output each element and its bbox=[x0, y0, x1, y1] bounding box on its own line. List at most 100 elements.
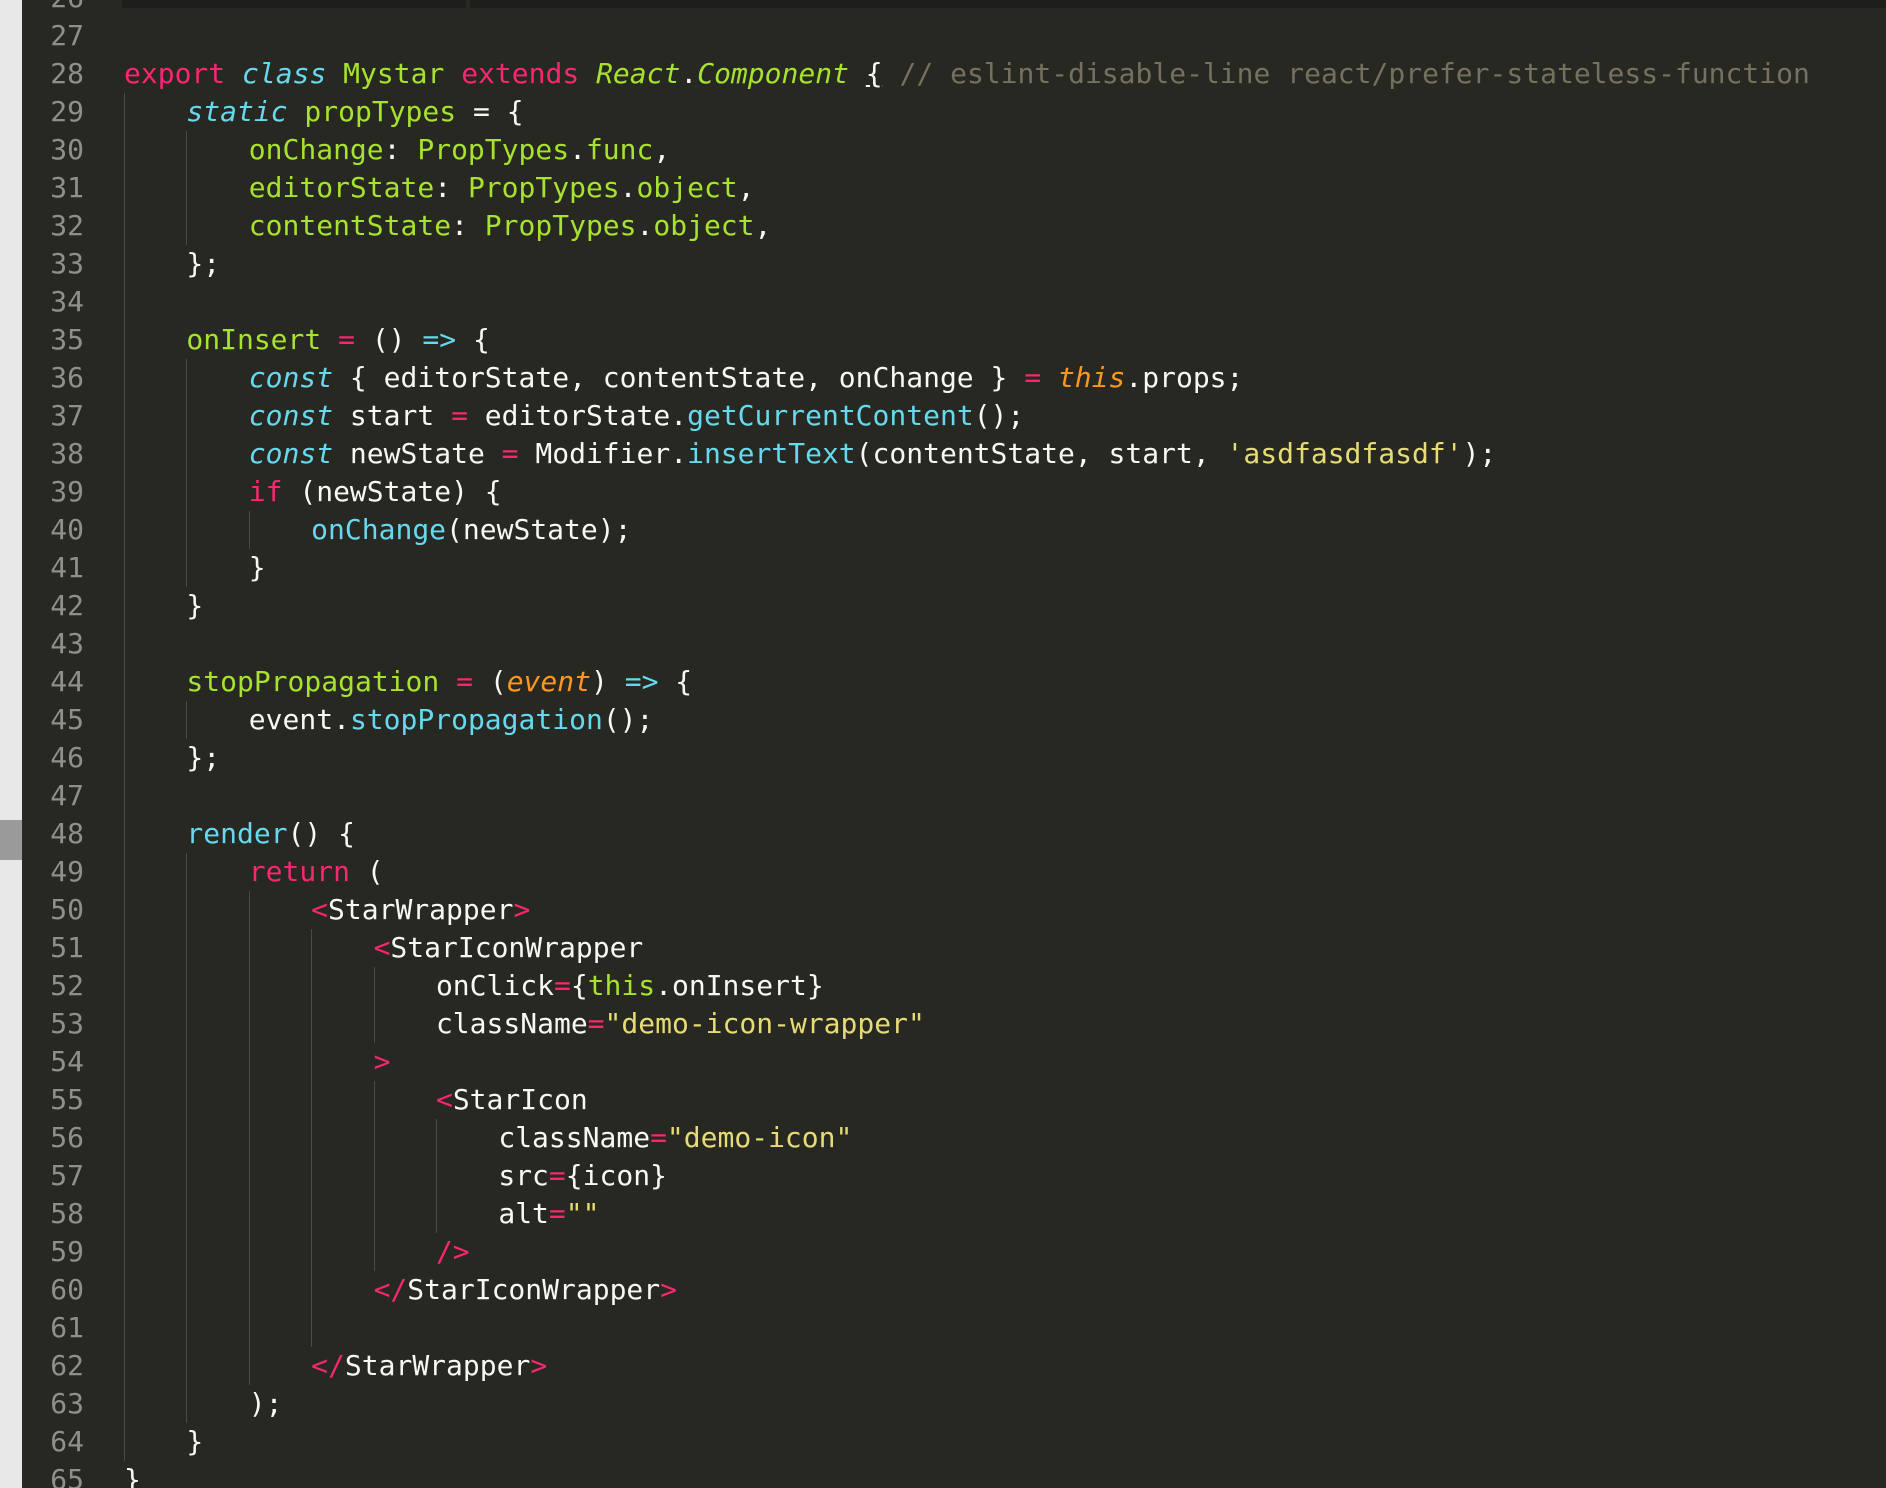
code-token: const bbox=[248, 437, 334, 470]
code-line[interactable]: 43 bbox=[22, 625, 1886, 663]
indent-guide bbox=[124, 283, 186, 321]
line-number: 26 bbox=[22, 0, 84, 17]
code-line[interactable]: 50 <StarWrapper> bbox=[22, 891, 1886, 929]
code-line[interactable]: 42} bbox=[22, 587, 1886, 625]
code-token: PropTypes bbox=[484, 209, 637, 242]
line-code: const start = editorState.getCurrentCont… bbox=[124, 397, 1024, 435]
indent-guide bbox=[248, 1157, 311, 1195]
code-line[interactable]: 45 event.stopPropagation(); bbox=[22, 701, 1886, 739]
indent-guide bbox=[186, 1347, 248, 1385]
indent-guide bbox=[373, 1233, 436, 1271]
line-code: /> bbox=[124, 1233, 470, 1271]
indent-guide bbox=[124, 1233, 186, 1271]
code-line[interactable]: 48 render() { bbox=[22, 815, 1886, 853]
code-line[interactable]: 33}; bbox=[22, 245, 1886, 283]
indent-guide bbox=[186, 549, 248, 587]
code-line[interactable]: 35 onInsert = () => { bbox=[22, 321, 1886, 359]
code-line[interactable]: 32 contentState: PropTypes.object, bbox=[22, 207, 1886, 245]
code-token: > bbox=[373, 1045, 391, 1078]
indent-guide bbox=[186, 1081, 248, 1119]
indent-guide bbox=[124, 1347, 186, 1385]
code-line[interactable]: 62 </StarWrapper> bbox=[22, 1347, 1886, 1385]
code-line[interactable]: 40 onChange(newState); bbox=[22, 511, 1886, 549]
line-code: editorState: PropTypes.object, bbox=[124, 169, 755, 207]
code-line[interactable]: 58 alt="" bbox=[22, 1195, 1886, 1233]
code-line[interactable]: 34 bbox=[22, 283, 1886, 321]
code-token: . bbox=[569, 133, 586, 166]
code-token: , bbox=[737, 171, 755, 204]
code-token: className bbox=[435, 1007, 588, 1040]
code-token: /> bbox=[435, 1235, 470, 1268]
code-token: stopPropagation bbox=[186, 665, 440, 698]
code-token: ); bbox=[248, 1387, 283, 1420]
indent-guide bbox=[311, 1119, 373, 1157]
code-line[interactable]: 44 stopPropagation = (event) => { bbox=[22, 663, 1886, 701]
code-line[interactable]: 36 const { editorState, contentState, onC… bbox=[22, 359, 1886, 397]
line-code: alt="" bbox=[124, 1195, 600, 1233]
indent-guide bbox=[373, 1119, 436, 1157]
code-line[interactable]: 52 onClick={this.onInsert} bbox=[22, 967, 1886, 1005]
indent-guide bbox=[124, 131, 186, 169]
code-token: : bbox=[451, 209, 485, 242]
indent-guide bbox=[435, 1157, 498, 1195]
code-line[interactable]: 39 if (newState) { bbox=[22, 473, 1886, 511]
code-line[interactable]: 38 const newState = Modifier.insertText(c… bbox=[22, 435, 1886, 473]
line-code: }; bbox=[124, 245, 220, 283]
code-line[interactable]: 47 bbox=[22, 777, 1886, 815]
code-line[interactable]: 57 src={icon} bbox=[22, 1157, 1886, 1195]
code-line[interactable]: 37 const start = editorState.getCurrentCo… bbox=[22, 397, 1886, 435]
code-token: React bbox=[596, 57, 681, 90]
code-line[interactable]: 30 onChange: PropTypes.func, bbox=[22, 131, 1886, 169]
code-line[interactable]: 55 <StarIcon bbox=[22, 1081, 1886, 1119]
code-token: = bbox=[456, 665, 473, 698]
code-line[interactable]: 31 editorState: PropTypes.object, bbox=[22, 169, 1886, 207]
code-token: }; bbox=[186, 741, 221, 774]
indent-guide bbox=[373, 1081, 436, 1119]
code-line[interactable]: 61 bbox=[22, 1309, 1886, 1347]
code-token: onChange bbox=[311, 513, 447, 546]
line-number: 59 bbox=[50, 1235, 84, 1268]
indent-guide bbox=[124, 625, 186, 663]
line-code: } bbox=[124, 1423, 203, 1461]
indent-guide bbox=[124, 1423, 186, 1461]
code-line[interactable]: 51 <StarIconWrapper bbox=[22, 929, 1886, 967]
indent-guide bbox=[186, 1233, 248, 1271]
line-number: 52 bbox=[50, 969, 84, 1002]
code-line[interactable]: 64} bbox=[22, 1423, 1886, 1461]
scrollbar-thumb[interactable] bbox=[0, 820, 22, 860]
line-number: 61 bbox=[50, 1311, 84, 1344]
code-line[interactable]: 41} bbox=[22, 549, 1886, 587]
code-line[interactable]: 53 className="demo-icon-wrapper" bbox=[22, 1005, 1886, 1043]
line-code: if (newState) { bbox=[124, 473, 502, 511]
code-line[interactable]: 54 > bbox=[22, 1043, 1886, 1081]
code-line[interactable]: 28 export class Mystar extends React.Comp… bbox=[22, 55, 1886, 93]
code-token: newState bbox=[333, 437, 502, 470]
code-line[interactable]: 63); bbox=[22, 1385, 1886, 1423]
code-line[interactable]: 49 return ( bbox=[22, 853, 1886, 891]
code-line[interactable]: 29 static propTypes = { bbox=[22, 93, 1886, 131]
indent-guide bbox=[248, 1081, 311, 1119]
indent-guide bbox=[186, 929, 248, 967]
code-token: = bbox=[553, 969, 571, 1002]
code-token: Modifier. bbox=[518, 437, 688, 470]
code-line[interactable]: 60 </StarIconWrapper> bbox=[22, 1271, 1886, 1309]
line-code: className="demo-icon" bbox=[124, 1119, 852, 1157]
code-editor[interactable]: 26 27 28 export class Mystar extends React.… bbox=[0, 0, 1886, 1488]
code-area[interactable]: 26 27 28 export class Mystar extends React.… bbox=[22, 0, 1886, 1488]
indent-guide bbox=[124, 701, 186, 739]
line-number: 51 bbox=[50, 931, 84, 964]
code-line[interactable]: 26 bbox=[22, 0, 1886, 17]
code-token: } bbox=[124, 1463, 141, 1488]
code-line[interactable]: 46}; bbox=[22, 739, 1886, 777]
code-line[interactable]: 59 /> bbox=[22, 1233, 1886, 1271]
code-line[interactable]: 27 bbox=[22, 17, 1886, 55]
line-number: 27 bbox=[50, 19, 84, 52]
code-line[interactable]: 65} bbox=[22, 1461, 1886, 1488]
indent-guide bbox=[124, 815, 186, 853]
indent-guide bbox=[124, 739, 186, 777]
code-token: onChange bbox=[248, 133, 384, 166]
code-token: (newState) { bbox=[282, 475, 502, 508]
code-line[interactable]: 56 className="demo-icon" bbox=[22, 1119, 1886, 1157]
code-token: (); bbox=[973, 399, 1025, 432]
